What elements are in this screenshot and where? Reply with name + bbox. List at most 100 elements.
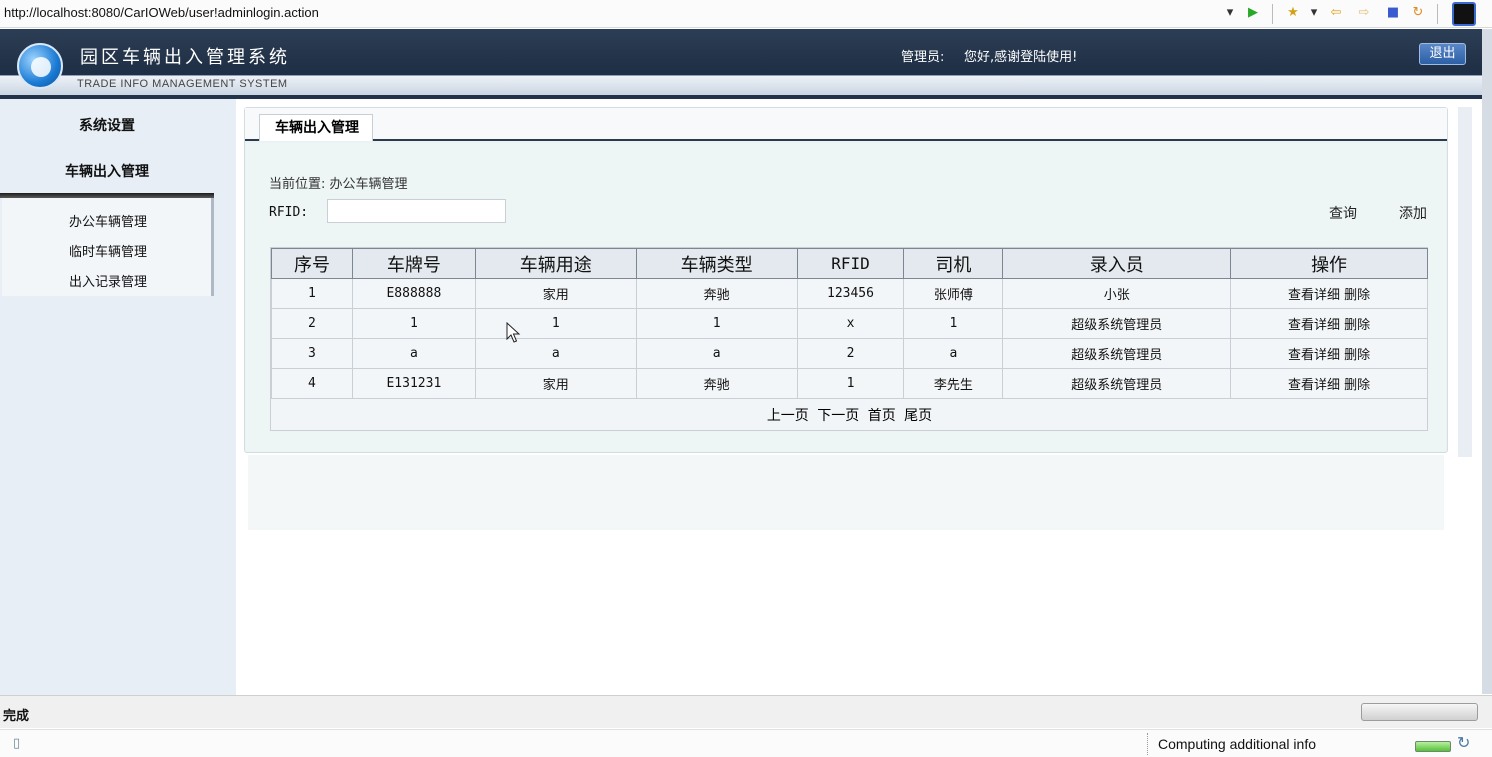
page-scrollbar[interactable] [1482,29,1492,694]
table-row: 4 E131231 家用 奔驰 1 李先生 超级系统管理员 查看详细 删除 [271,368,1428,399]
cell-no: 1 [271,278,353,309]
cell-plate: E131231 [351,368,476,399]
pager-first[interactable]: 首页 [868,408,896,424]
tab-strip: 车辆出入管理 [245,108,1447,141]
app-title: 园区车辆出入管理系统 [80,47,290,68]
browser-status-bar: 完成 [0,695,1492,728]
status-separator [1147,733,1148,755]
cell-actions: 查看详细 删除 [1230,338,1428,369]
view-toggle-icon[interactable] [1452,2,1476,26]
toolbar-separator [1272,4,1273,24]
header-driver[interactable]: 司机 [903,248,1004,279]
header-operator[interactable]: 录入员 [1002,248,1232,279]
sidebar-section-system-settings[interactable]: 系统设置 [0,115,214,135]
view-detail-link[interactable]: 查看详细 [1288,378,1340,393]
cell-no: 4 [271,368,353,399]
cell-actions: 查看详细 删除 [1230,278,1428,309]
forward-icon[interactable]: ⇨ [1356,5,1372,21]
header-type[interactable]: 车辆类型 [635,248,798,279]
back-icon[interactable]: ⇦ [1328,5,1344,21]
welcome-text: 您好,感谢登陆使用! [964,50,1078,65]
toolbar-separator [1437,4,1438,24]
cell-usage: a [474,338,637,369]
cell-actions: 查看详细 删除 [1230,308,1428,339]
cell-no: 2 [271,308,353,339]
cell-driver: a [903,338,1004,369]
pager-prev[interactable]: 上一页 [767,408,809,424]
view-detail-link[interactable]: 查看详细 [1288,318,1340,333]
add-button[interactable]: 添加 [1399,203,1427,223]
status-info-text: Computing additional info [1158,736,1316,752]
bookmark-star-icon[interactable]: ★ [1285,5,1301,21]
header-actions: 操作 [1230,248,1428,279]
view-detail-link[interactable]: 查看详细 [1288,288,1340,303]
tab-vehicle-io[interactable]: 车辆出入管理 [259,114,373,141]
breadcrumb: 当前位置: 办公车辆管理 [269,177,408,192]
header-plate[interactable]: 车牌号 [351,248,476,279]
bookmark-dropdown-icon[interactable]: ▾ [1306,5,1322,21]
cell-driver: 李先生 [903,368,1004,399]
panel-body: 当前位置: 办公车辆管理 RFID: 查询 添加 序号 车牌号 车辆用途 车辆类… [246,143,1446,451]
cell-plate: a [351,338,476,369]
sidebar-item-temporary-vehicles[interactable]: 临时车辆管理 [2,241,214,260]
sidebar: 系统设置 车辆出入管理 办公车辆管理 临时车辆管理 出入记录管理 [0,99,236,695]
pager-next[interactable]: 下一页 [817,408,859,424]
cell-no: 3 [271,338,353,369]
sidebar-item-office-vehicles[interactable]: 办公车辆管理 [2,211,214,230]
page-icon[interactable]: ▯ [13,736,20,751]
header-no[interactable]: 序号 [271,248,353,279]
progress-bar [1361,703,1478,721]
pagination: 上一页 下一页 首页 尾页 [271,401,1428,431]
delete-link[interactable]: 删除 [1344,378,1370,393]
pager-last[interactable]: 尾页 [904,408,932,424]
cell-type: 奔驰 [635,368,798,399]
query-button[interactable]: 查询 [1329,203,1357,223]
url-dropdown-icon[interactable]: ▾ [1222,5,1238,21]
go-icon[interactable]: ▶ [1245,5,1261,21]
status-indicator-icon [1415,741,1451,752]
delete-link[interactable]: 删除 [1344,348,1370,363]
sidebar-item-io-records[interactable]: 出入记录管理 [2,271,214,290]
cell-operator: 超级系统管理员 [1002,308,1232,339]
vehicle-table-container: 序号 车牌号 车辆用途 车辆类型 RFID 司机 录入员 操作 1 E88888… [270,247,1428,431]
stop-icon[interactable]: ■ [1385,5,1401,21]
vehicle-table: 序号 车牌号 车辆用途 车辆类型 RFID 司机 录入员 操作 1 E88888… [271,248,1428,399]
cell-usage: 1 [474,308,637,339]
cell-operator: 超级系统管理员 [1002,368,1232,399]
view-detail-link[interactable]: 查看详细 [1288,348,1340,363]
header-rfid[interactable]: RFID [796,248,905,279]
cell-operator: 小张 [1002,278,1232,309]
addon-status-bar: ▯ Computing additional info ↻ [0,729,1492,757]
cell-usage: 家用 [474,368,637,399]
table-row: 2 1 1 1 x 1 超级系统管理员 查看详细 删除 [271,308,1428,339]
rfid-label: RFID: [269,205,309,220]
main-panel: 车辆出入管理 当前位置: 办公车辆管理 RFID: 查询 添加 序号 车牌号 车… [244,107,1448,453]
table-row: 3 a a a 2 a 超级系统管理员 查看详细 删除 [271,338,1428,369]
table-row: 1 E888888 家用 奔驰 123456 张师傅 小张 查看详细 删除 [271,278,1428,309]
panel-scroll-track[interactable] [1458,107,1472,457]
refresh-icon[interactable]: ↻ [1410,5,1426,21]
cell-rfid: 1 [796,368,905,399]
cell-rfid: 2 [796,338,905,369]
cell-type: 1 [635,308,798,339]
sidebar-submenu: 办公车辆管理 临时车辆管理 出入记录管理 [2,198,214,296]
cell-operator: 超级系统管理员 [1002,338,1232,369]
delete-link[interactable]: 删除 [1344,318,1370,333]
sidebar-section-vehicle-io[interactable]: 车辆出入管理 [0,161,214,181]
refresh-status-icon[interactable]: ↻ [1457,733,1470,752]
app-subtitle: TRADE INFO MANAGEMENT SYSTEM [77,78,288,90]
cell-rfid: 123456 [796,278,905,309]
app-logo-icon [17,43,63,89]
cell-type: 奔驰 [635,278,798,309]
logout-button[interactable]: 退出 [1419,43,1466,65]
cell-driver: 1 [903,308,1004,339]
cell-plate: E888888 [351,278,476,309]
app-header: 园区车辆出入管理系统 TRADE INFO MANAGEMENT SYSTEM … [0,29,1482,99]
url-text[interactable]: http://localhost:8080/CarIOWeb/user!admi… [4,5,319,20]
header-usage[interactable]: 车辆用途 [474,248,637,279]
rfid-search-input[interactable] [327,199,506,223]
delete-link[interactable]: 删除 [1344,288,1370,303]
table-header-row: 序号 车牌号 车辆用途 车辆类型 RFID 司机 录入员 操作 [271,248,1428,279]
status-text: 完成 [3,709,30,724]
admin-label: 管理员: [901,50,945,65]
